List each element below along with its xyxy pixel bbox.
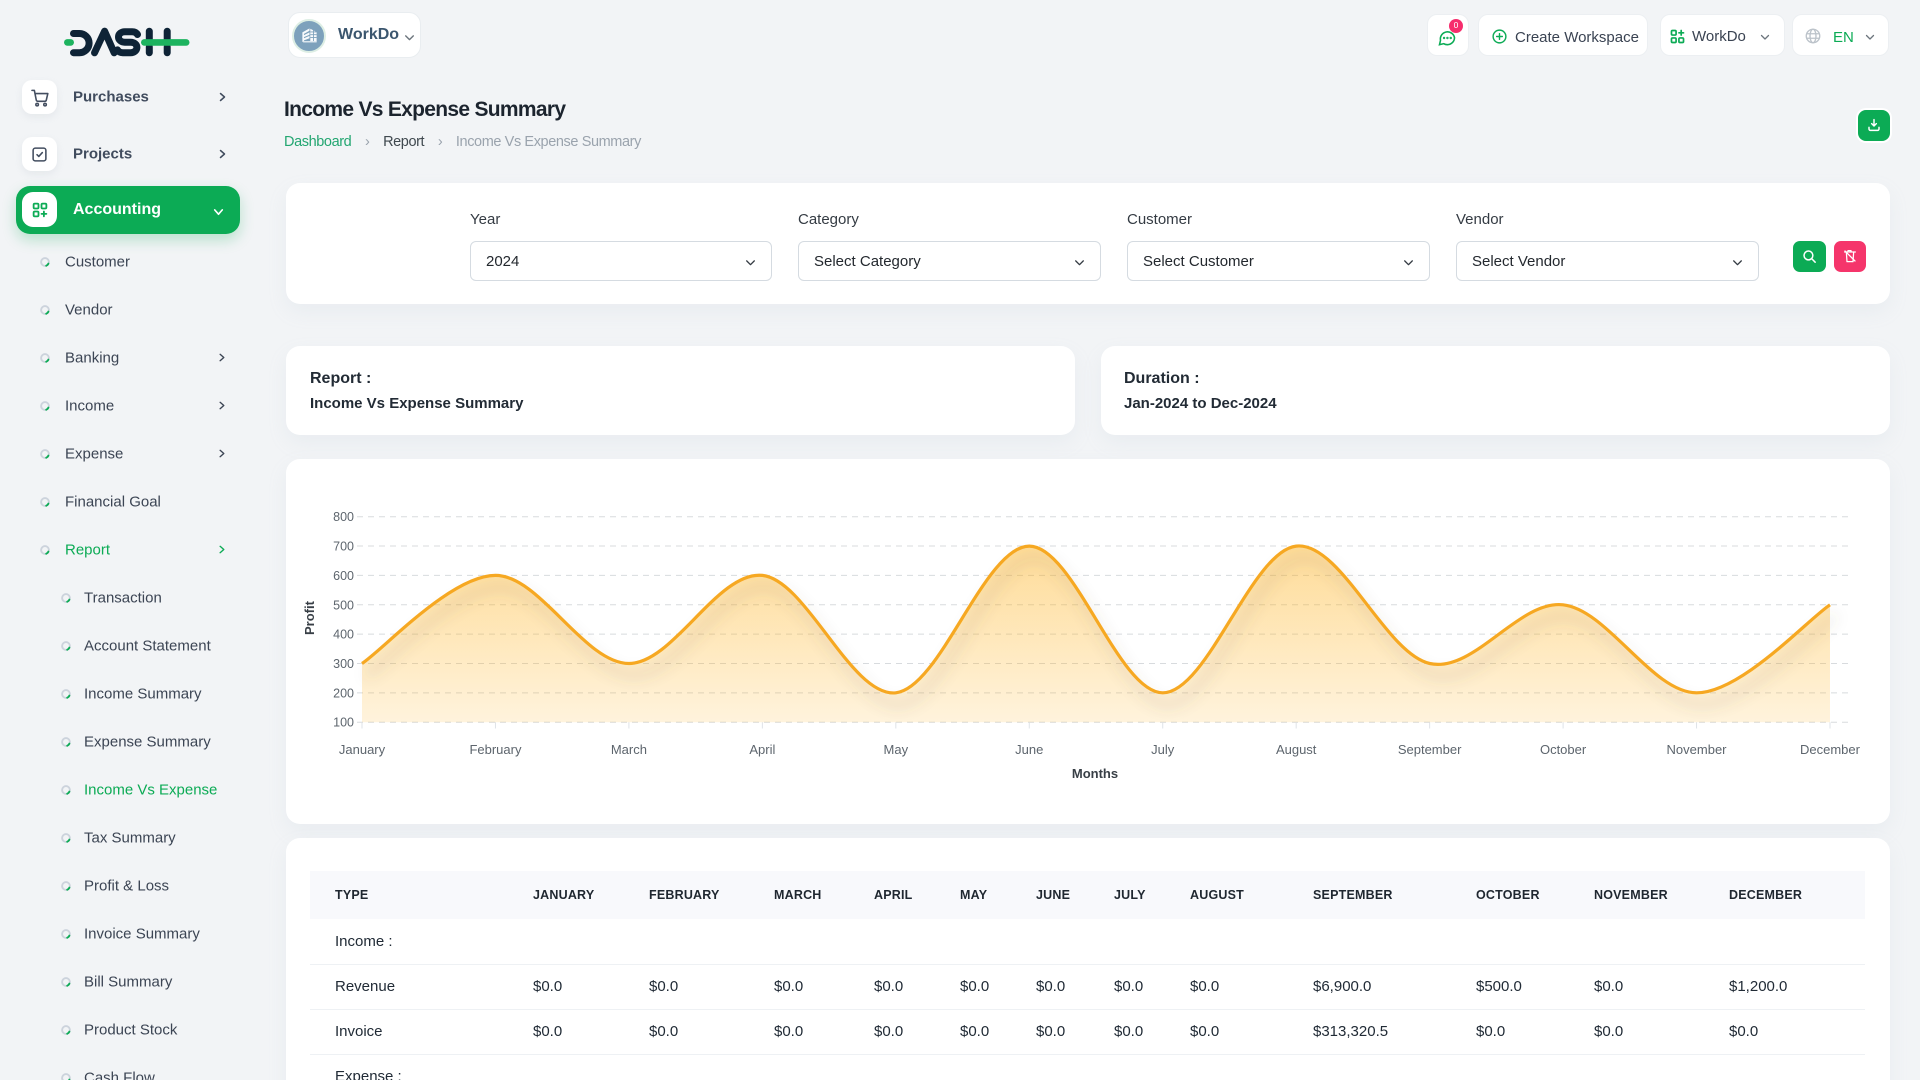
- svg-text:600: 600: [333, 569, 354, 583]
- svg-text:400: 400: [333, 628, 354, 642]
- svg-text:November: November: [1667, 742, 1728, 757]
- svg-text:800: 800: [333, 510, 354, 524]
- svg-text:September: September: [1398, 742, 1462, 757]
- svg-text:July: July: [1151, 742, 1175, 757]
- svg-text:Months: Months: [1072, 766, 1118, 781]
- svg-text:April: April: [749, 742, 775, 757]
- svg-text:200: 200: [333, 686, 354, 700]
- svg-text:May: May: [884, 742, 909, 757]
- svg-text:March: March: [611, 742, 647, 757]
- svg-text:December: December: [1800, 742, 1861, 757]
- svg-text:February: February: [469, 742, 522, 757]
- svg-text:500: 500: [333, 598, 354, 612]
- svg-text:100: 100: [333, 716, 354, 730]
- svg-text:October: October: [1540, 742, 1587, 757]
- svg-text:January: January: [339, 742, 386, 757]
- svg-text:700: 700: [333, 540, 354, 554]
- svg-text:June: June: [1015, 742, 1043, 757]
- svg-text:300: 300: [333, 657, 354, 671]
- svg-text:August: August: [1276, 742, 1317, 757]
- svg-text:Profit: Profit: [302, 600, 317, 635]
